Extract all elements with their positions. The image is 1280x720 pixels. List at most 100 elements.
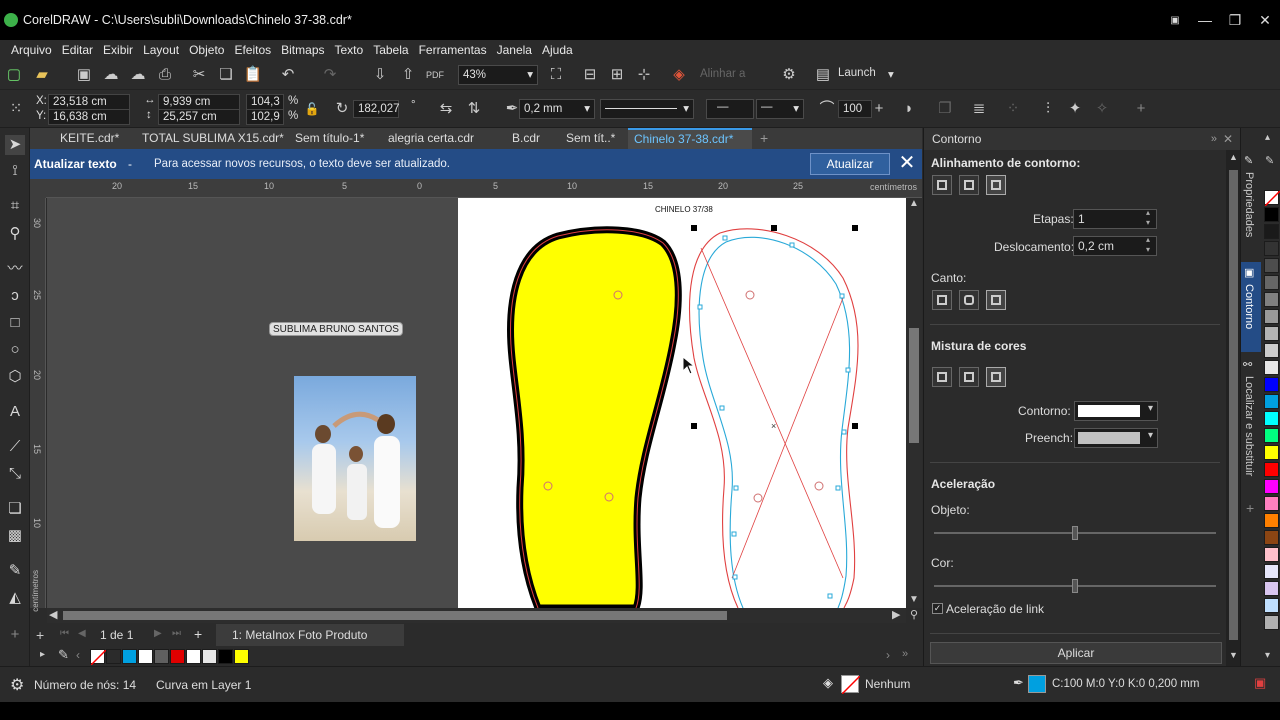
import-icon[interactable]: ⇩ xyxy=(370,65,390,85)
grid-icon[interactable]: ⊞ xyxy=(607,65,627,85)
color-swatch[interactable] xyxy=(170,649,185,664)
chevron-left-icon[interactable]: ◀ xyxy=(49,608,57,621)
tab-b[interactable]: B.cdr xyxy=(506,128,546,149)
scale-width-field[interactable]: 104,3 xyxy=(246,94,284,110)
save-icon[interactable]: ▣ xyxy=(74,65,94,85)
properties-icon[interactable]: ✎ xyxy=(1244,154,1253,167)
tab-keite[interactable]: KEITE.cdr* xyxy=(54,128,125,149)
add-tool-icon[interactable]: + xyxy=(5,625,25,645)
chevron-down-icon[interactable]: ▼ xyxy=(1229,650,1238,660)
print-icon[interactable]: ⎙ xyxy=(155,65,175,85)
text-object-sublima[interactable]: SUBLIMA BRUNO SANTOS xyxy=(269,322,403,336)
redo-icon[interactable]: ↷ xyxy=(320,65,340,85)
cloud-download-icon[interactable]: ☁ xyxy=(128,65,148,85)
settings-gear-icon[interactable]: ⚙ xyxy=(779,65,799,85)
height-field[interactable]: 25,257 cm xyxy=(158,109,240,125)
tab-total-sublima[interactable]: TOTAL SUBLIMA X15.cdr* xyxy=(136,128,290,149)
color-swatch[interactable] xyxy=(1264,377,1279,392)
palette-options-icon[interactable]: » xyxy=(902,648,908,660)
tab-localizar[interactable]: Localizar e substituir xyxy=(1243,376,1255,476)
reduce-nodes-icon[interactable]: ⫶ xyxy=(1038,99,1058,119)
y-position-field[interactable]: 16,638 cm xyxy=(48,109,130,125)
color-swatch[interactable] xyxy=(1264,394,1279,409)
maximize-button[interactable]: ❐ xyxy=(1220,12,1250,29)
close-icon[interactable]: ✕ xyxy=(896,152,918,174)
object-acceleration-slider[interactable] xyxy=(934,526,1216,540)
find-replace-icon[interactable]: ⚯ xyxy=(1243,358,1252,371)
menu-editar[interactable]: Editar xyxy=(61,43,94,57)
transparency-icon[interactable]: ▩ xyxy=(5,526,25,546)
vertical-ruler[interactable]: 30 25 20 15 10 centímetros xyxy=(30,198,46,612)
menu-objeto[interactable]: Objeto xyxy=(188,43,225,57)
tab-chinelo[interactable]: Chinelo 37-38.cdr* xyxy=(628,128,752,149)
chevron-down-icon[interactable]: ▾ xyxy=(1265,650,1270,661)
plus-icon[interactable]: + xyxy=(869,99,889,119)
color-swatch[interactable] xyxy=(1264,564,1279,579)
text-tool-icon[interactable]: A xyxy=(5,402,25,422)
width-field[interactable]: 9,939 cm xyxy=(158,94,240,110)
spin-arrows-icon[interactable]: ▴ ▾ xyxy=(1146,235,1150,255)
outline-color-picker[interactable]: ▾ xyxy=(1074,401,1158,421)
color-swatch[interactable] xyxy=(1264,343,1279,358)
start-arrow-select[interactable]: — xyxy=(706,99,754,119)
drop-shadow-icon[interactable]: ❏ xyxy=(5,499,25,519)
outline-outside-button[interactable] xyxy=(986,175,1006,195)
scroll-thumb[interactable] xyxy=(909,328,919,443)
launch-icon[interactable]: ▤ xyxy=(813,65,833,85)
zoom-select[interactable]: 43% ▾ xyxy=(458,65,538,85)
horizontal-ruler[interactable]: 20 15 10 5 0 5 10 15 20 25 centímetros xyxy=(30,179,922,198)
guidelines-icon[interactable]: ⊹ xyxy=(634,65,654,85)
tab-propriedades[interactable]: Propriedades xyxy=(1243,172,1255,237)
color-swatch[interactable] xyxy=(1264,428,1279,443)
x-position-field[interactable]: 23,518 cm xyxy=(48,94,130,110)
corner-round-button[interactable] xyxy=(959,290,979,310)
blend-linear-button[interactable] xyxy=(932,367,952,387)
tab-alegria-certa[interactable]: alegria certa.cdr xyxy=(382,128,480,149)
no-color-swatch[interactable] xyxy=(1264,190,1280,207)
freehand-tool-icon[interactable]: 〰 xyxy=(5,259,25,279)
rulers-icon[interactable]: ⊟ xyxy=(580,65,600,85)
chevron-down-icon[interactable]: ▼ xyxy=(909,594,919,605)
menu-janela[interactable]: Janela xyxy=(496,43,533,57)
menu-arquivo[interactable]: Arquivo xyxy=(10,43,53,57)
menu-ajuda[interactable]: Ajuda xyxy=(541,43,574,57)
color-swatch[interactable] xyxy=(1264,581,1279,596)
color-swatch[interactable] xyxy=(1264,258,1279,273)
new-document-icon[interactable]: ▢ xyxy=(4,65,24,85)
apply-button[interactable]: Aplicar xyxy=(930,642,1222,664)
node-icon[interactable]: ⁘ xyxy=(1003,99,1023,119)
rectangle-tool-icon[interactable]: □ xyxy=(5,313,25,333)
color-swatch[interactable] xyxy=(1264,241,1279,256)
scroll-thumb[interactable] xyxy=(63,611,727,620)
cloud-upload-icon[interactable]: ☁ xyxy=(101,65,121,85)
page-tab[interactable]: 1: MetaInox Foto Produto xyxy=(216,624,404,646)
color-swatch[interactable] xyxy=(1264,479,1279,494)
color-swatch[interactable] xyxy=(1264,445,1279,460)
color-swatch[interactable] xyxy=(1264,530,1279,545)
lock-ratio-icon[interactable]: 🔓 xyxy=(302,99,322,119)
menu-exibir[interactable]: Exibir xyxy=(102,43,134,57)
add-page-icon[interactable]: + xyxy=(36,627,44,643)
color-swatch[interactable] xyxy=(1264,513,1279,528)
outline-swatch[interactable] xyxy=(1028,675,1046,693)
color-swatch[interactable] xyxy=(1264,207,1279,222)
export-icon[interactable]: ⇧ xyxy=(398,65,418,85)
menu-texto[interactable]: Texto xyxy=(334,43,365,57)
launch-button[interactable]: Launch xyxy=(838,67,876,79)
color-swatch[interactable] xyxy=(1264,326,1279,341)
pick-tool-icon[interactable]: ➤ xyxy=(5,135,25,155)
spin-arrows-icon[interactable]: ▴ ▾ xyxy=(1146,208,1150,228)
artistic-media-icon[interactable]: ↄ xyxy=(5,286,25,306)
ruler-origin[interactable] xyxy=(30,179,46,198)
align-to-label[interactable]: Alinhar a xyxy=(700,68,745,80)
extract-subpath-icon[interactable]: ✦ xyxy=(1065,99,1085,119)
update-button[interactable]: Atualizar xyxy=(810,153,890,175)
smoothing-field[interactable]: 100 xyxy=(838,100,872,118)
chevron-right-icon[interactable]: ▶ xyxy=(892,608,900,621)
fill-swatch[interactable] xyxy=(841,675,861,695)
color-swatch[interactable] xyxy=(1264,309,1279,324)
color-swatch[interactable] xyxy=(186,649,201,664)
color-swatch[interactable] xyxy=(106,649,121,664)
corner-miter-button[interactable] xyxy=(932,290,952,310)
shape-tool-icon[interactable]: ⟟ xyxy=(5,161,25,181)
